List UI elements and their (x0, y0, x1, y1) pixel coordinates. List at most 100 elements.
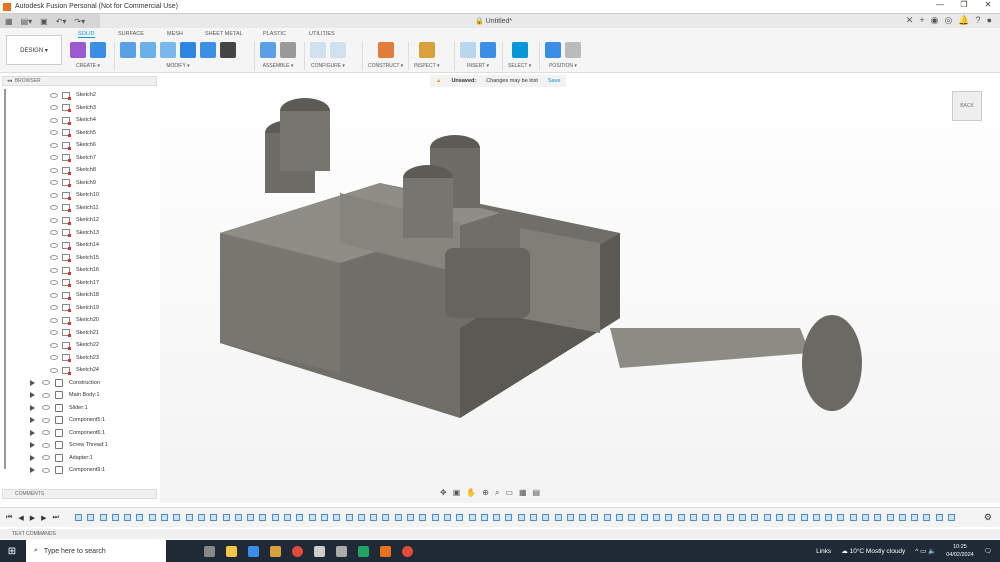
timeline-feature[interactable] (739, 514, 747, 521)
eye-icon[interactable] (50, 130, 58, 136)
timeline-feature[interactable] (247, 514, 255, 521)
timeline-feature[interactable] (75, 514, 82, 521)
tool-icon[interactable] (480, 42, 496, 58)
close-button[interactable]: ✕ (976, 0, 1000, 9)
next-icon[interactable]: ▶ (41, 514, 46, 522)
tool-icon[interactable] (90, 42, 106, 58)
undo-icon[interactable]: ↶▾ (56, 17, 67, 26)
eye-icon[interactable] (50, 92, 58, 98)
timeline-feature[interactable] (284, 514, 292, 521)
timeline-feature[interactable] (210, 514, 218, 521)
timeline-feature[interactable] (419, 514, 427, 521)
timeline-feature[interactable] (714, 514, 722, 521)
eye-icon[interactable] (50, 355, 58, 361)
tab-plastic[interactable]: PLASTIC (263, 31, 286, 37)
pan-icon[interactable]: ✋ (466, 488, 476, 498)
timeline-feature[interactable] (603, 514, 611, 521)
timeline-feature[interactable] (234, 514, 242, 521)
expand-icon[interactable] (30, 392, 35, 399)
orbit-icon[interactable]: ✥ (440, 488, 447, 498)
browser-item-sketch[interactable]: Sketch15 (0, 252, 160, 265)
browser-item-sketch[interactable]: Sketch16 (0, 264, 160, 277)
timeline-feature[interactable] (579, 514, 587, 521)
close-tab-icon[interactable]: ✕ (906, 15, 914, 26)
timeline-feature[interactable] (161, 514, 169, 521)
timeline-feature[interactable] (788, 514, 796, 521)
timeline-feature[interactable] (111, 514, 119, 521)
eye-icon[interactable] (50, 330, 58, 336)
fit-icon[interactable]: ⌕ (495, 488, 499, 498)
eye-icon[interactable] (50, 267, 58, 273)
job-status-icon[interactable]: ◎ (944, 15, 952, 26)
browser-item-sketch[interactable]: Sketch2 (0, 89, 160, 102)
browser-item-sketch[interactable]: Sketch6 (0, 139, 160, 152)
timeline-feature[interactable] (652, 514, 660, 521)
3d-viewport[interactable]: BACK (160, 73, 1000, 503)
start-icon[interactable]: ⊞ (0, 546, 24, 557)
browser-item-sketch[interactable]: Sketch24 (0, 364, 160, 377)
display-settings-icon[interactable]: ▭ (505, 488, 513, 498)
help-icon[interactable]: ? (976, 15, 981, 26)
tool-icon[interactable] (220, 42, 236, 58)
group-label[interactable]: POSITION ▾ (549, 63, 577, 69)
expand-icon[interactable] (30, 442, 35, 449)
group-label[interactable]: CREATE ▾ (76, 63, 100, 69)
eye-icon[interactable] (42, 467, 50, 473)
timeline-feature[interactable] (517, 514, 525, 521)
expand-icon[interactable] (30, 404, 35, 411)
timeline-feature[interactable] (898, 514, 906, 521)
media-icon[interactable] (270, 545, 281, 557)
timeline-settings-icon[interactable]: ⚙ (984, 512, 992, 523)
tool-icon[interactable] (280, 42, 296, 58)
notifications-icon[interactable]: 🔔 (958, 15, 969, 26)
timeline-feature[interactable] (382, 514, 390, 521)
browser-item-sketch[interactable]: Sketch7 (0, 152, 160, 165)
browser-item-sketch[interactable]: Sketch12 (0, 214, 160, 227)
first-icon[interactable]: ⏮ (6, 514, 12, 522)
eye-icon[interactable] (50, 242, 58, 248)
tool-icon[interactable] (180, 42, 196, 58)
taskbar-search[interactable]: ⌕ Type here to search (26, 540, 166, 562)
clock[interactable]: 10:25 04/02/2024 (946, 543, 974, 559)
timeline-feature[interactable] (640, 514, 648, 521)
avatar[interactable]: ● (987, 15, 992, 26)
workspace-switcher[interactable]: DESIGN ▾ (6, 35, 62, 65)
timeline-feature[interactable] (407, 514, 415, 521)
tool-icon[interactable] (160, 42, 176, 58)
settings-icon[interactable] (336, 545, 347, 557)
expand-icon[interactable] (30, 379, 35, 386)
eye-icon[interactable] (50, 342, 58, 348)
viewcube[interactable]: BACK (952, 91, 982, 121)
save-icon[interactable]: ▣ (40, 17, 48, 26)
eye-icon[interactable] (50, 367, 58, 373)
group-label[interactable]: INSERT ▾ (467, 63, 489, 69)
browser-item-sketch[interactable]: Sketch11 (0, 202, 160, 215)
prev-icon[interactable]: ◀ (18, 514, 23, 522)
eye-icon[interactable] (42, 380, 50, 386)
tool-icon[interactable] (310, 42, 326, 58)
browser-item-sketch[interactable]: Sketch21 (0, 327, 160, 340)
timeline-feature[interactable] (689, 514, 697, 521)
eye-icon[interactable] (50, 292, 58, 298)
group-label[interactable]: SELECT ▾ (508, 63, 531, 69)
timeline-feature[interactable] (923, 514, 931, 521)
eye-icon[interactable] (42, 405, 50, 411)
eye-icon[interactable] (50, 105, 58, 111)
timeline-feature[interactable] (849, 514, 857, 521)
play-icon[interactable]: ▶ (30, 514, 35, 522)
browser-item-sketch[interactable]: Sketch20 (0, 314, 160, 327)
timeline-feature[interactable] (197, 514, 205, 521)
browser-item-component[interactable]: Slider:1 (0, 402, 160, 415)
tool-icon[interactable] (200, 42, 216, 58)
group-label[interactable]: CONSTRUCT ▾ (368, 63, 403, 69)
grid-settings-icon[interactable]: ▦ (519, 488, 527, 498)
browser-item-sketch[interactable]: Sketch8 (0, 164, 160, 177)
expand-icon[interactable] (30, 417, 35, 424)
tab-sheet-metal[interactable]: SHEET METAL (205, 31, 243, 37)
timeline-feature[interactable] (911, 514, 919, 521)
maximize-button[interactable]: ❐ (952, 0, 976, 9)
timeline-feature[interactable] (726, 514, 734, 521)
weather-widget[interactable]: ☁ 10°C Mostly cloudy (841, 547, 905, 555)
timeline-feature[interactable] (505, 514, 513, 521)
extensions-icon[interactable]: ◉ (931, 15, 939, 26)
